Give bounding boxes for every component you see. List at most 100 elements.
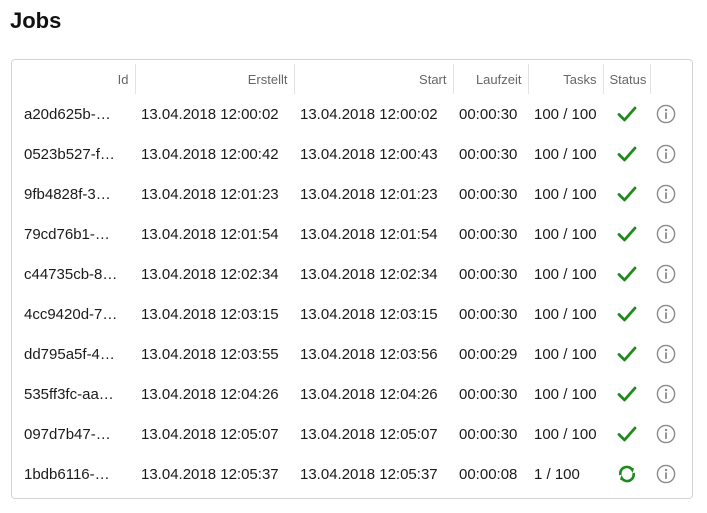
tasks-cell: 100 / 100 <box>534 385 597 403</box>
status-cell <box>603 414 650 454</box>
created-cell: 13.04.2018 12:01:23 <box>141 185 279 203</box>
tasks-cell: 100 / 100 <box>534 105 597 123</box>
duration-cell: 00:00:30 <box>459 225 518 243</box>
created-cell: 13.04.2018 12:03:55 <box>141 345 279 363</box>
checkmark-icon <box>603 185 650 203</box>
info-icon[interactable] <box>650 464 682 484</box>
table-row[interactable]: 0523b527-f… 13.04.2018 12:00:42 13.04.20… <box>18 134 682 174</box>
duration-cell: 00:00:30 <box>459 385 518 403</box>
info-cell <box>650 414 682 454</box>
column-header-status[interactable]: Status <box>603 64 651 94</box>
checkmark-icon <box>603 345 650 363</box>
info-icon[interactable] <box>650 144 682 164</box>
status-cell <box>603 134 650 174</box>
start-cell: 13.04.2018 12:05:37 <box>300 465 438 483</box>
duration-cell: 00:00:30 <box>459 145 518 163</box>
start-cell: 13.04.2018 12:00:43 <box>300 145 438 163</box>
info-icon[interactable] <box>650 184 682 204</box>
refresh-icon <box>603 463 650 485</box>
created-cell: 13.04.2018 12:00:42 <box>141 145 279 163</box>
info-cell <box>650 454 682 494</box>
duration-cell: 00:00:30 <box>459 265 518 283</box>
status-cell <box>603 334 650 374</box>
info-icon[interactable] <box>650 344 682 364</box>
tasks-cell: 100 / 100 <box>534 265 597 283</box>
table-row[interactable]: c44735cb-8… 13.04.2018 12:02:34 13.04.20… <box>18 254 682 294</box>
created-cell: 13.04.2018 12:03:15 <box>141 305 279 323</box>
info-icon[interactable] <box>650 304 682 324</box>
status-cell <box>603 254 650 294</box>
info-cell <box>650 214 682 254</box>
column-header-tasks[interactable]: Tasks <box>528 64 604 94</box>
created-cell: 13.04.2018 12:02:34 <box>141 265 279 283</box>
job-id-cell: 4cc9420d-7… <box>24 305 118 323</box>
job-id-cell: 535ff3fc-aa… <box>24 385 114 403</box>
duration-cell: 00:00:29 <box>459 345 518 363</box>
info-cell <box>650 334 682 374</box>
table-row[interactable]: a20d625b-… 13.04.2018 12:00:02 13.04.201… <box>18 94 682 134</box>
info-cell <box>650 134 682 174</box>
table-header-row: Id Erstellt Start Laufzeit Tasks Status <box>18 64 682 94</box>
column-header-created[interactable]: Erstellt <box>135 64 295 94</box>
created-cell: 13.04.2018 12:01:54 <box>141 225 279 243</box>
tasks-cell: 100 / 100 <box>534 305 597 323</box>
table-row[interactable]: 9fb4828f-3… 13.04.2018 12:01:23 13.04.20… <box>18 174 682 214</box>
table-row[interactable]: 535ff3fc-aa… 13.04.2018 12:04:26 13.04.2… <box>18 374 682 414</box>
start-cell: 13.04.2018 12:05:07 <box>300 425 438 443</box>
jobs-panel: Id Erstellt Start Laufzeit Tasks Status … <box>11 59 693 499</box>
created-cell: 13.04.2018 12:00:02 <box>141 105 279 123</box>
status-cell <box>603 454 650 494</box>
info-cell <box>650 94 682 134</box>
checkmark-icon <box>603 105 650 123</box>
info-cell <box>650 294 682 334</box>
start-cell: 13.04.2018 12:00:02 <box>300 105 438 123</box>
tasks-cell: 100 / 100 <box>534 425 597 443</box>
start-cell: 13.04.2018 12:01:23 <box>300 185 438 203</box>
job-id-cell: 9fb4828f-3… <box>24 185 111 203</box>
start-cell: 13.04.2018 12:02:34 <box>300 265 438 283</box>
table-row[interactable]: 1bdb6116-… 13.04.2018 12:05:37 13.04.201… <box>18 454 682 494</box>
job-id-cell: 097d7b47-… <box>24 425 111 443</box>
table-row[interactable]: 097d7b47-… 13.04.2018 12:05:07 13.04.201… <box>18 414 682 454</box>
start-cell: 13.04.2018 12:01:54 <box>300 225 438 243</box>
checkmark-icon <box>603 425 650 443</box>
start-cell: 13.04.2018 12:03:15 <box>300 305 438 323</box>
duration-cell: 00:00:30 <box>459 105 518 123</box>
start-cell: 13.04.2018 12:04:26 <box>300 385 438 403</box>
tasks-cell: 1 / 100 <box>534 465 580 483</box>
table-row[interactable]: 4cc9420d-7… 13.04.2018 12:03:15 13.04.20… <box>18 294 682 334</box>
info-icon[interactable] <box>650 424 682 444</box>
checkmark-icon <box>603 225 650 243</box>
info-icon[interactable] <box>650 104 682 124</box>
tasks-cell: 100 / 100 <box>534 345 597 363</box>
tasks-cell: 100 / 100 <box>534 145 597 163</box>
tasks-cell: 100 / 100 <box>534 185 597 203</box>
info-icon[interactable] <box>650 224 682 244</box>
jobs-table: Id Erstellt Start Laufzeit Tasks Status … <box>18 64 682 494</box>
checkmark-icon <box>603 305 650 323</box>
status-cell <box>603 214 650 254</box>
column-header-id[interactable]: Id <box>18 64 136 94</box>
checkmark-icon <box>603 145 650 163</box>
status-cell <box>603 374 650 414</box>
status-cell <box>603 174 650 214</box>
column-header-duration[interactable]: Laufzeit <box>453 64 529 94</box>
info-icon[interactable] <box>650 384 682 404</box>
table-row[interactable]: dd795a5f-4… 13.04.2018 12:03:55 13.04.20… <box>18 334 682 374</box>
duration-cell: 00:00:30 <box>459 185 518 203</box>
created-cell: 13.04.2018 12:05:07 <box>141 425 279 443</box>
created-cell: 13.04.2018 12:04:26 <box>141 385 279 403</box>
table-row[interactable]: 79cd76b1-… 13.04.2018 12:01:54 13.04.201… <box>18 214 682 254</box>
job-id-cell: a20d625b-… <box>24 105 111 123</box>
start-cell: 13.04.2018 12:03:56 <box>300 345 438 363</box>
duration-cell: 00:00:30 <box>459 425 518 443</box>
created-cell: 13.04.2018 12:05:37 <box>141 465 279 483</box>
info-icon[interactable] <box>650 264 682 284</box>
checkmark-icon <box>603 265 650 283</box>
job-id-cell: c44735cb-8… <box>24 265 118 283</box>
job-id-cell: 79cd76b1-… <box>24 225 110 243</box>
job-id-cell: 1bdb6116-… <box>24 465 110 483</box>
status-cell <box>603 294 650 334</box>
column-header-start[interactable]: Start <box>294 64 454 94</box>
column-header-info <box>650 64 682 94</box>
